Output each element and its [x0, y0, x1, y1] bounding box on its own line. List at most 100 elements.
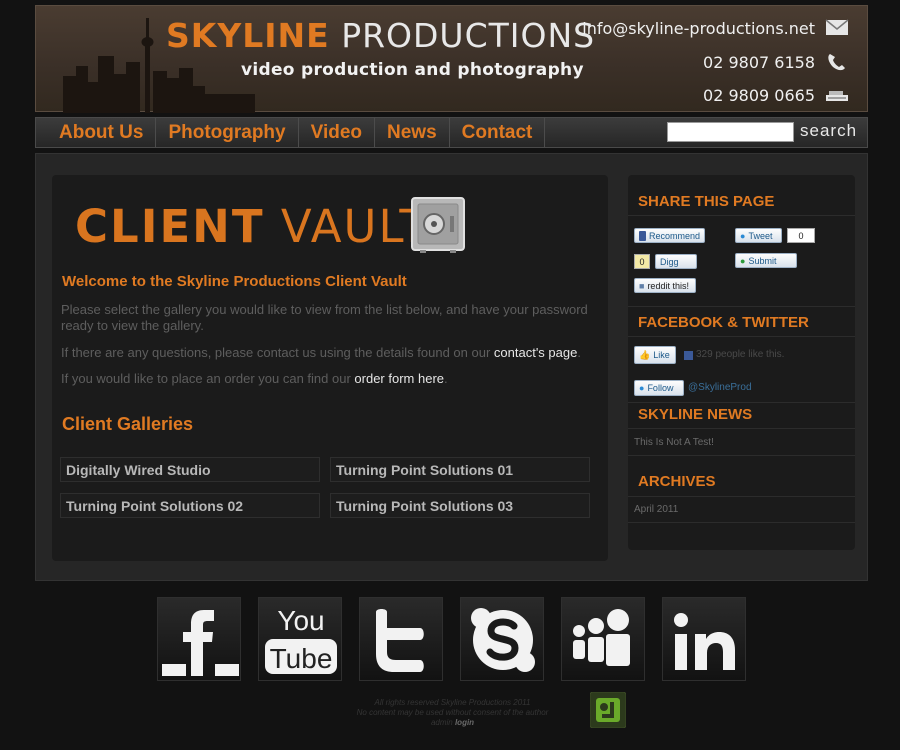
- like-count-text: 329 people like this.: [696, 349, 785, 360]
- youtube-icon: You Tube: [265, 605, 337, 674]
- order-text-pre: If you would like to place an order you …: [61, 371, 355, 386]
- reddit-label: reddit this!: [647, 280, 689, 291]
- facebook-small-icon: [684, 351, 693, 360]
- brand-part2: PRODUCTIONS: [341, 16, 596, 55]
- divider: [628, 428, 855, 429]
- gallery-link[interactable]: Digitally Wired Studio: [60, 457, 320, 482]
- twitter-bird-icon: ●: [639, 383, 645, 393]
- recommend-button[interactable]: Recommend: [634, 228, 705, 243]
- gallery-link[interactable]: Turning Point Solutions 01: [330, 457, 590, 482]
- nav-video[interactable]: Video: [299, 118, 375, 147]
- phone-number-2: 02 9809 0665: [703, 85, 815, 105]
- facebook-twitter-heading: FACEBOOK & TWITTER: [638, 314, 809, 331]
- email-address[interactable]: info@skyline-productions.net: [582, 19, 815, 38]
- contact-text-pre: If there are any questions, please conta…: [61, 345, 494, 360]
- follow-label: Follow: [647, 383, 674, 393]
- reddit-button[interactable]: ■ reddit this!: [634, 278, 696, 293]
- order-text: If you would like to place an order you …: [61, 371, 596, 387]
- reddit-icon: ■: [639, 280, 645, 291]
- instructions-text: Please select the gallery you would like…: [61, 302, 588, 333]
- footer-admin-text: admin: [430, 718, 455, 727]
- page-title: CLIENT VAULT: [75, 200, 429, 253]
- phone-number-1: 02 9807 6158: [703, 52, 815, 72]
- nav-news[interactable]: News: [375, 118, 450, 147]
- digg-label: Digg: [660, 256, 679, 267]
- footer-copyright: All rights reserved Skyline Productions …: [340, 698, 565, 728]
- news-link[interactable]: This Is Not A Test!: [634, 437, 714, 448]
- tweet-label: Tweet: [748, 230, 773, 241]
- news-heading: SKYLINE NEWS: [638, 406, 753, 423]
- welcome-heading: Welcome to the Skyline Productions Clien…: [62, 273, 407, 290]
- nav-about-us[interactable]: About Us: [36, 118, 157, 147]
- youtube-link[interactable]: You Tube: [258, 597, 342, 681]
- divider: [628, 496, 855, 497]
- like-label: Like: [653, 350, 670, 360]
- brand-part1: SKYLINE: [166, 16, 330, 55]
- fax-icon: [826, 91, 848, 101]
- phone-contact-1: 02 9807 6158: [703, 52, 849, 72]
- phone-contact-2: 02 9809 0665: [703, 85, 849, 105]
- nav-contact[interactable]: Contact: [450, 118, 546, 147]
- search-button[interactable]: search: [800, 121, 857, 141]
- divider: [628, 402, 855, 403]
- phone-icon: [828, 54, 845, 71]
- linkedin-icon: [674, 613, 735, 670]
- contacts-page-link[interactable]: contact's page: [494, 345, 577, 360]
- share-heading: SHARE THIS PAGE: [638, 193, 775, 210]
- order-text-post: .: [444, 371, 448, 386]
- facebook-like-button[interactable]: 👍 Like: [634, 346, 676, 364]
- thumbs-up-icon: 👍: [639, 349, 651, 360]
- divider: [628, 306, 855, 307]
- facebook-icon: [162, 610, 239, 676]
- divider: [628, 522, 855, 523]
- twitter-icon: [376, 609, 424, 672]
- myspace-link[interactable]: [561, 597, 645, 681]
- page-title-part2: VAULT: [280, 200, 429, 253]
- email-contact[interactable]: info@skyline-productions.net: [582, 18, 849, 38]
- stumbleupon-button[interactable]: ● Submit: [735, 253, 797, 268]
- footer-line-1: All rights reserved Skyline Productions …: [374, 698, 531, 707]
- digg-count: 0: [634, 254, 650, 269]
- twitter-bird-icon: ●: [740, 230, 746, 241]
- digg-button[interactable]: Digg: [655, 254, 697, 269]
- tweet-count: 0: [787, 228, 815, 243]
- search-input[interactable]: [667, 122, 794, 142]
- designer-badge-icon[interactable]: [590, 692, 626, 728]
- skype-icon: [471, 608, 535, 672]
- myspace-icon: [573, 609, 630, 666]
- archives-heading: ARCHIVES: [638, 473, 716, 490]
- facebook-small-icon: [639, 230, 646, 241]
- divider: [628, 215, 855, 216]
- brand-name[interactable]: SKYLINE PRODUCTIONS: [166, 16, 595, 55]
- safe-icon: [411, 197, 465, 253]
- site-header: SKYLINE PRODUCTIONS video production and…: [35, 5, 868, 113]
- archive-link[interactable]: April 2011: [634, 504, 678, 515]
- order-form-link[interactable]: order form here: [354, 371, 444, 386]
- twitter-follow-button[interactable]: ● Follow: [634, 380, 684, 396]
- recommend-label: Recommend: [648, 230, 700, 241]
- footer-line-3: admin login: [340, 718, 565, 728]
- envelope-icon: [825, 19, 849, 35]
- nav-photography[interactable]: Photography: [156, 118, 299, 147]
- contact-text-post: .: [577, 345, 581, 360]
- contact-text: If there are any questions, please conta…: [61, 345, 596, 361]
- main-nav: About Us Photography Video News Contact …: [35, 117, 868, 148]
- tagline: video production and photography: [241, 60, 584, 80]
- submit-label: Submit: [748, 255, 777, 266]
- footer-line-2: No content may be used without consent o…: [356, 708, 549, 717]
- gallery-link[interactable]: Turning Point Solutions 02: [60, 493, 320, 518]
- facebook-link[interactable]: [157, 597, 241, 681]
- skype-link[interactable]: [460, 597, 544, 681]
- twitter-link[interactable]: [359, 597, 443, 681]
- divider: [628, 336, 855, 337]
- divider: [628, 455, 855, 456]
- galleries-heading: Client Galleries: [62, 414, 194, 434]
- tweet-button[interactable]: ● Tweet: [735, 228, 782, 243]
- twitter-handle[interactable]: @SkylineProd: [688, 382, 752, 393]
- linkedin-link[interactable]: [662, 597, 746, 681]
- youtube-top-text: You: [277, 605, 324, 636]
- admin-login-link[interactable]: login: [455, 718, 474, 727]
- gallery-link[interactable]: Turning Point Solutions 03: [330, 493, 590, 518]
- stumbleupon-icon: ●: [740, 255, 746, 266]
- youtube-bottom-text: Tube: [270, 643, 333, 674]
